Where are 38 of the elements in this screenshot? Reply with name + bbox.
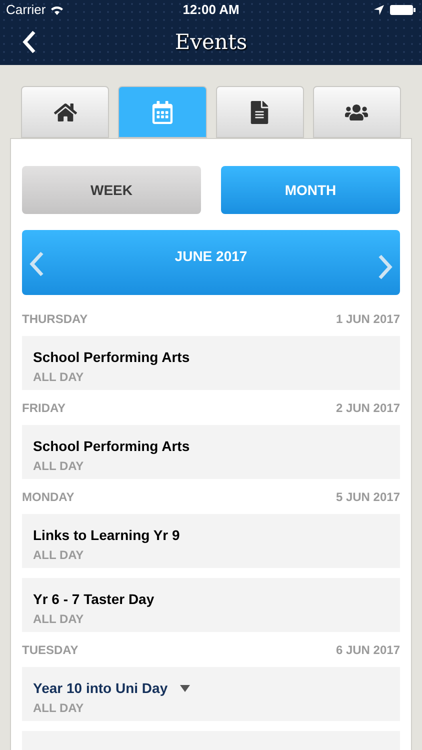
carrier-label: Carrier xyxy=(6,1,46,20)
event-title: Yr 6 - 7 Taster Day xyxy=(33,590,154,609)
date-label: 5 JUN 2017 xyxy=(336,488,400,506)
event-item[interactable]: School Performing Arts ALL DAY xyxy=(22,425,400,479)
weekday-label: TUESDAY xyxy=(22,642,78,658)
clock-time: 12:00 AM xyxy=(182,1,240,20)
event-time: ALL DAY xyxy=(33,369,85,386)
calendar-icon xyxy=(150,100,174,124)
tab[interactable] xyxy=(312,86,401,138)
event-item[interactable]: Yr 6 - 7 Taster Day ALL DAY xyxy=(22,578,400,632)
view-toggle-button[interactable]: WEEK xyxy=(22,166,201,214)
month-label: JUNE 2017 xyxy=(174,247,248,266)
page-title: Events xyxy=(174,28,248,56)
date-label: 1 JUN 2017 xyxy=(336,310,400,328)
weekday-label: MONDAY xyxy=(22,488,74,506)
tab[interactable] xyxy=(216,86,304,138)
event-item[interactable]: Links to Learning Yr 9 ALL DAY xyxy=(22,514,400,568)
event-time: ALL DAY xyxy=(33,458,85,475)
date-label: 6 JUN 2017 xyxy=(336,642,400,658)
wifi-icon xyxy=(50,5,64,15)
date-label: 2 JUN 2017 xyxy=(336,400,400,416)
event-time: ALL DAY xyxy=(33,611,85,628)
dropdown-caret-icon xyxy=(180,685,190,692)
battery-icon xyxy=(390,4,416,16)
back-button[interactable] xyxy=(22,30,36,54)
event-time: ALL DAY xyxy=(33,700,85,717)
weekday-label: FRIDAY xyxy=(22,400,66,416)
weekday-label: THURSDAY xyxy=(22,310,88,328)
event-time: ALL DAY xyxy=(33,547,85,564)
event-item[interactable]: Year 10 into Uni Day ALL DAY xyxy=(22,667,400,721)
event-item[interactable]: School Performing Arts ALL DAY xyxy=(22,336,400,390)
event-title: Links to Learning Yr 9 xyxy=(33,526,180,545)
tab[interactable] xyxy=(21,86,110,138)
event-title: School Performing Arts xyxy=(33,348,190,367)
home-icon xyxy=(54,100,77,124)
event-title: School Performing Arts xyxy=(33,437,190,456)
event-title: Year 10 into Uni Day xyxy=(33,679,168,698)
location-arrow-icon xyxy=(374,5,384,15)
